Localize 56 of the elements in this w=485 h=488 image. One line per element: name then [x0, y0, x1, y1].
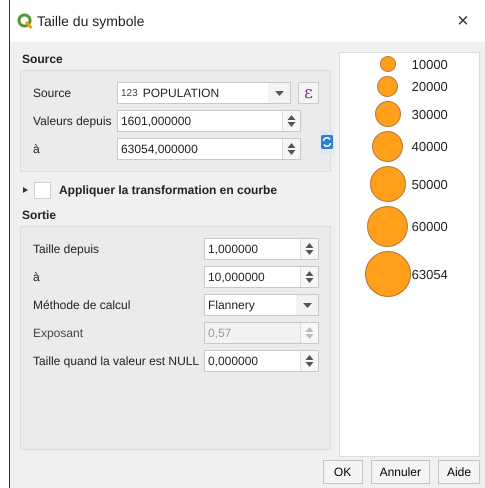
circle-symbol-icon: [380, 56, 396, 72]
section-title: Sortie: [21, 208, 58, 224]
dialog-button[interactable]: Annuler: [370, 460, 430, 484]
number-field[interactable]: 10,000000: [204, 266, 319, 288]
checkbox[interactable]: [34, 182, 51, 198]
legend-label: 63054: [412, 266, 448, 282]
expand-arrow-icon[interactable]: [23, 187, 28, 193]
field-label: à: [33, 142, 41, 156]
number-field[interactable]: 0,000000: [204, 350, 319, 372]
spin-button[interactable]: [282, 111, 300, 131]
spin-button[interactable]: [300, 239, 318, 259]
spin-arrows-icon: [287, 142, 296, 156]
circle-symbol-icon: [372, 131, 404, 162]
dialog-button[interactable]: OK: [322, 460, 363, 484]
spin-arrows-icon: [305, 326, 314, 340]
circle-symbol-icon: [364, 251, 411, 297]
field-label: Source: [33, 86, 72, 100]
number-field[interactable]: 1,000000: [204, 238, 319, 260]
legend-label: 40000: [412, 139, 448, 154]
number-field[interactable]: 63054,000000: [117, 138, 301, 160]
number-field[interactable]: 1601,000000: [117, 110, 301, 132]
field-label: à: [33, 270, 41, 284]
field-label: Exposant: [33, 326, 84, 340]
dropdown[interactable]: Flannery: [204, 294, 319, 316]
caret-icon: [302, 302, 312, 308]
window-title: Taille du symbole: [37, 13, 146, 29]
field-label: Taille depuis: [33, 242, 100, 256]
app-logo-icon: [17, 13, 33, 29]
checkbox-label: Appliquer la transformation en courbe: [59, 183, 278, 197]
legend-label: 30000: [412, 106, 448, 122]
field-type-label: 123: [120, 88, 138, 98]
circle-symbol-icon: [377, 76, 398, 97]
circle-symbol-icon: [370, 166, 406, 202]
caret-icon: [274, 90, 284, 96]
field-label: Taille quand la valeur est NULL: [33, 354, 200, 368]
spin-arrows-icon: [305, 354, 314, 368]
dropdown[interactable]: 123 POPULATION: [117, 82, 291, 104]
dialog-button[interactable]: Aide: [438, 460, 480, 484]
spin-arrows-icon: [287, 114, 296, 128]
spin-button[interactable]: [300, 351, 318, 371]
legend-label: 50000: [412, 176, 448, 192]
legend-label: 20000: [412, 79, 448, 94]
legend-label: 60000: [412, 219, 448, 234]
section-title: Source: [21, 52, 64, 68]
legend-label: 10000: [412, 56, 448, 72]
spin-button[interactable]: [282, 139, 300, 159]
refresh-button[interactable]: [320, 130, 334, 154]
close-button[interactable]: ×: [451, 10, 475, 32]
field-label: Valeurs depuis: [33, 114, 112, 128]
circle-symbol-icon: [367, 206, 408, 247]
expression-button[interactable]: ε: [298, 82, 319, 104]
spin-arrows-icon: [305, 270, 314, 284]
spin-button[interactable]: [300, 267, 318, 287]
circle-symbol-icon: [374, 101, 401, 127]
spin-arrows-icon: [305, 242, 314, 256]
field-label: Méthode de calcul: [33, 298, 132, 312]
